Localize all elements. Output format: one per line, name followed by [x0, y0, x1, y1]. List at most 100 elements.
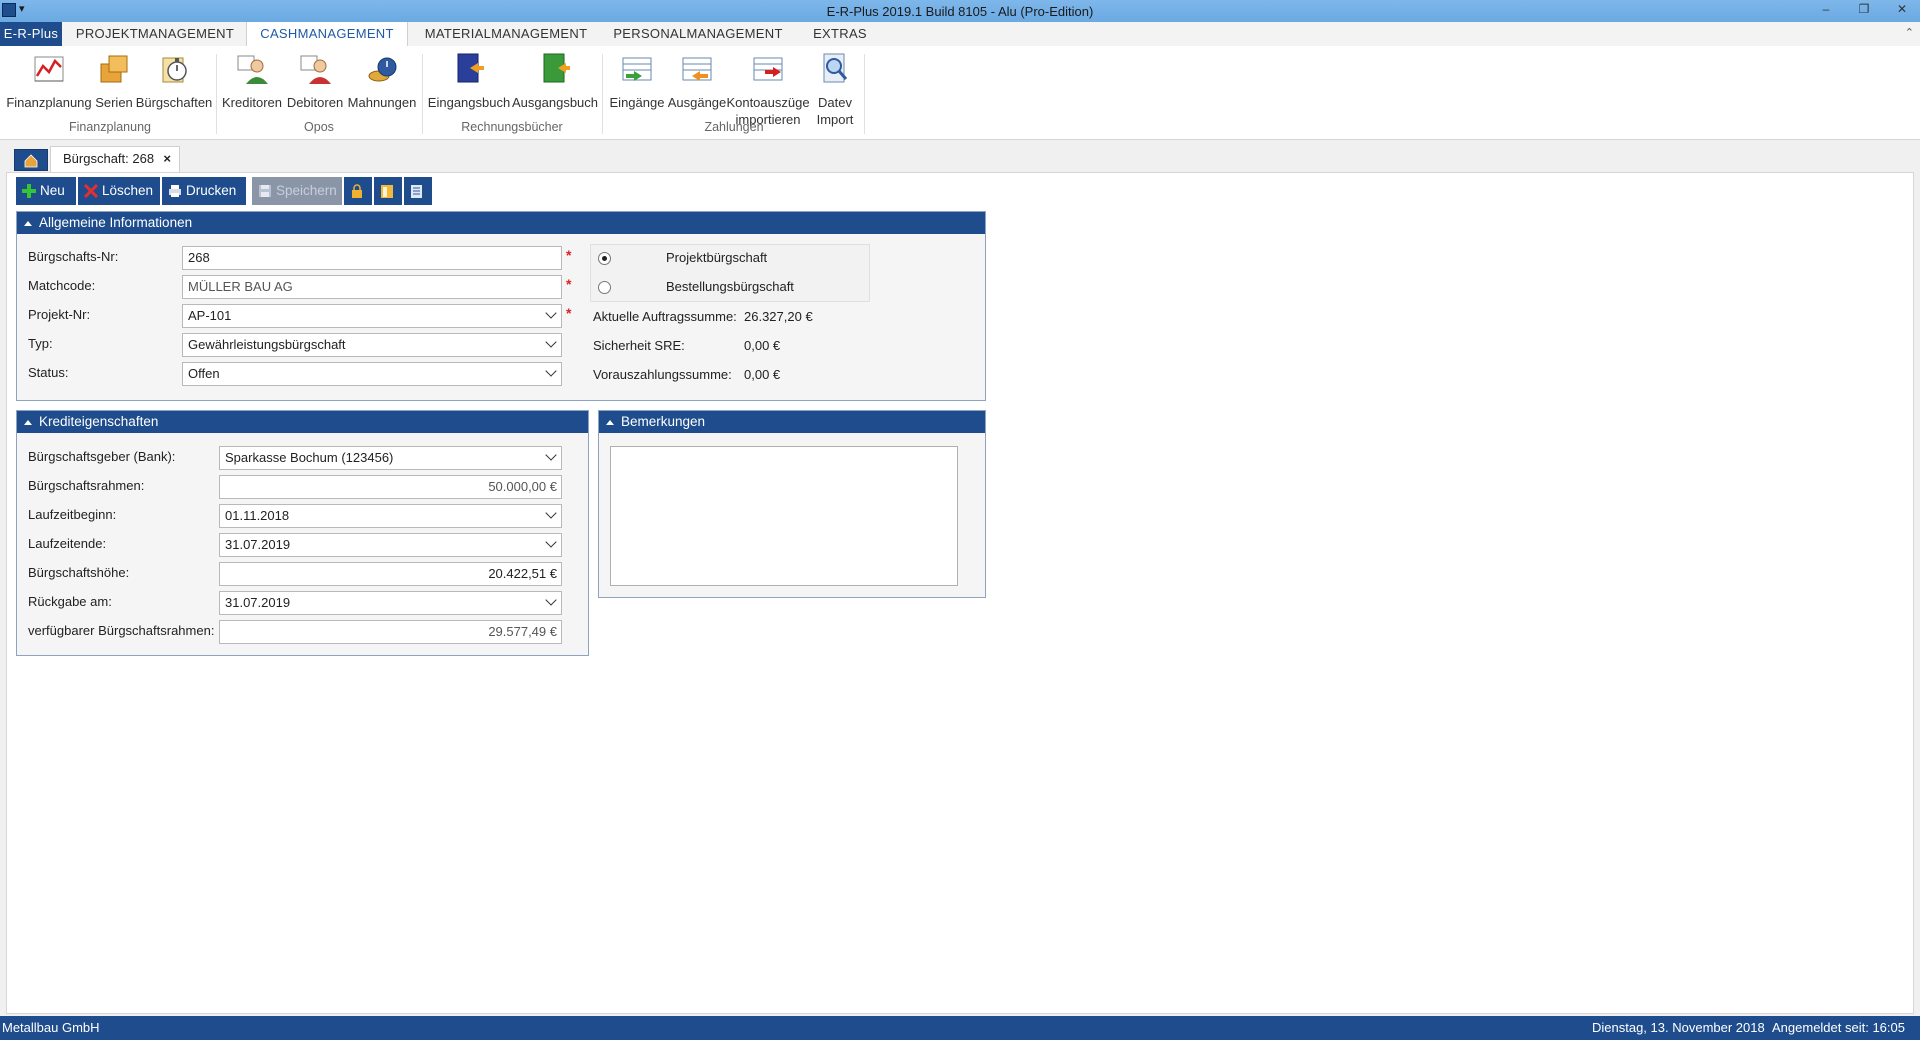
- verfuegbarer-rahmen-input[interactable]: 29.577,49 €: [219, 620, 562, 644]
- app-menu-button[interactable]: E-R-Plus: [0, 22, 62, 46]
- collapse-ribbon-icon[interactable]: ⌃: [1905, 26, 1914, 39]
- ribbon-tab-bar: E-R-Plus PROJEKTMANAGEMENT CASHMANAGEMEN…: [0, 22, 1920, 46]
- finanzplanung-button[interactable]: Finanzplanung: [6, 52, 92, 111]
- ribbon: Finanzplanung Serien Bürgschaften Finanz…: [0, 46, 1920, 140]
- tab-cashmanagement[interactable]: CASHMANAGEMENT: [246, 22, 408, 46]
- document-button[interactable]: [374, 177, 402, 205]
- ausgaenge-button[interactable]: Ausgänge: [666, 52, 728, 111]
- group-label-zahlungen: Zahlungen: [704, 120, 764, 134]
- chart-icon: [34, 56, 64, 82]
- panel-header-allgemein[interactable]: Allgemeine Informationen: [17, 212, 985, 234]
- eingangsbuch-button[interactable]: Eingangsbuch: [426, 52, 512, 111]
- delete-x-icon: [84, 184, 98, 198]
- matchcode-input[interactable]: MÜLLER BAU AG: [182, 275, 562, 299]
- label-typ: Typ:: [28, 336, 53, 351]
- lock-button[interactable]: [344, 177, 372, 205]
- creditor-person-icon: [237, 55, 268, 84]
- ribbon-separator: [602, 54, 603, 134]
- new-button[interactable]: Neu: [16, 177, 76, 205]
- delete-button[interactable]: Löschen: [78, 177, 160, 205]
- laufzeitbeginn-datepicker[interactable]: 01.11.2018: [219, 504, 562, 528]
- panel-header-bemerkungen[interactable]: Bemerkungen: [599, 411, 985, 433]
- label-buergschaftsrahmen: Bürgschaftsrahmen:: [28, 478, 145, 493]
- lock-icon: [352, 184, 362, 198]
- boxes-icon: [100, 55, 128, 83]
- debitoren-button[interactable]: Debitoren: [284, 52, 346, 111]
- radio-projektbuergschaft[interactable]: [598, 252, 611, 265]
- datev-import-button[interactable]: Datev Import: [808, 52, 862, 128]
- tab-buergschaft-268[interactable]: Bürgschaft: 268 ×: [50, 146, 180, 172]
- outgoing-book-icon: [543, 53, 570, 83]
- statement-import-icon: [753, 57, 783, 81]
- chevron-down-icon: [545, 307, 557, 319]
- buergschaftsgeber-select[interactable]: Sparkasse Bochum (123456): [219, 446, 562, 470]
- status-select[interactable]: Offen: [182, 362, 562, 386]
- value-sicherheit-sre: 0,00 €: [744, 338, 781, 353]
- collapse-triangle-icon[interactable]: [606, 420, 614, 425]
- restore-button[interactable]: ❐: [1850, 2, 1878, 16]
- status-login-time: Angemeldet seit: 16:05: [1772, 1020, 1905, 1035]
- tab-materialmanagement[interactable]: MATERIALMANAGEMENT: [420, 22, 592, 46]
- debtor-person-icon: [300, 55, 331, 84]
- typ-select[interactable]: Gewährleistungsbürgschaft: [182, 333, 562, 357]
- value-auftragssumme: 26.327,20 €: [744, 309, 813, 324]
- serien-button[interactable]: Serien: [94, 52, 134, 111]
- chevron-down-icon: [545, 536, 557, 548]
- title-bar: ▾ E-R-Plus 2019.1 Build 8105 - Alu (Pro-…: [0, 0, 1920, 22]
- minimize-button[interactable]: –: [1812, 2, 1840, 16]
- rueckgabe-datepicker[interactable]: 31.07.2019: [219, 591, 562, 615]
- label-projekt-nr: Projekt-Nr:: [28, 307, 91, 322]
- home-tab-button[interactable]: [14, 149, 48, 171]
- incoming-book-icon: [457, 53, 484, 83]
- group-label-rechnungsbuecher: Rechnungsbücher: [461, 120, 563, 134]
- label-buergschaftshoehe: Bürgschaftshöhe:: [28, 565, 130, 580]
- label-bestellungsbuergschaft[interactable]: Bestellungsbürgschaft: [666, 279, 794, 294]
- collapse-triangle-icon[interactable]: [24, 420, 32, 425]
- buergschaften-button[interactable]: Bürgschaften: [134, 52, 214, 111]
- window-title: E-R-Plus 2019.1 Build 8105 - Alu (Pro-Ed…: [826, 4, 1094, 19]
- tab-extras[interactable]: EXTRAS: [804, 22, 876, 46]
- laufzeitende-datepicker[interactable]: 31.07.2019: [219, 533, 562, 557]
- export-button[interactable]: [404, 177, 432, 205]
- label-laufzeitbeginn: Laufzeitbeginn:: [28, 507, 117, 522]
- label-auftragssumme: Aktuelle Auftragssumme:: [593, 309, 737, 324]
- label-rueckgabe: Rückgabe am:: [28, 594, 112, 609]
- projekt-nr-select[interactable]: AP-101: [182, 304, 562, 328]
- close-window-button[interactable]: ✕: [1888, 2, 1916, 16]
- print-button[interactable]: Drucken: [162, 177, 246, 205]
- plus-icon: [22, 184, 36, 198]
- kreditoren-button[interactable]: Kreditoren: [220, 52, 284, 111]
- status-date: Dienstag, 13. November 2018: [1592, 1020, 1765, 1035]
- ausgangsbuch-button[interactable]: Ausgangsbuch: [512, 52, 598, 111]
- group-label-opos: Opos: [304, 120, 334, 134]
- stopwatch-icon: [162, 57, 187, 83]
- label-buergschaftsgeber: Bürgschaftsgeber (Bank):: [28, 449, 176, 464]
- label-sicherheit-sre: Sicherheit SRE:: [593, 338, 685, 353]
- ribbon-separator: [422, 54, 423, 134]
- tab-projektmanagement[interactable]: PROJEKTMANAGEMENT: [70, 22, 240, 46]
- chevron-down-icon: [545, 449, 557, 461]
- label-matchcode: Matchcode:: [28, 278, 96, 293]
- company-name: Metallbau GmbH: [2, 1020, 100, 1035]
- required-marker: *: [566, 247, 572, 263]
- buergschafts-nr-input[interactable]: 268: [182, 246, 562, 270]
- bemerkungen-textarea[interactable]: [610, 446, 958, 586]
- status-bar: Metallbau GmbH Dienstag, 13. November 20…: [0, 1016, 1920, 1040]
- chevron-down-icon: [545, 507, 557, 519]
- mahnungen-button[interactable]: Mahnungen: [346, 52, 418, 111]
- label-laufzeitende: Laufzeitende:: [28, 536, 107, 551]
- panel-header-kredit[interactable]: Krediteigenschaften: [17, 411, 588, 433]
- buergschaftsrahmen-input[interactable]: 50.000,00 €: [219, 475, 562, 499]
- close-tab-icon[interactable]: ×: [163, 147, 171, 171]
- reminder-icon: [368, 57, 397, 82]
- tab-personalmanagement[interactable]: PERSONALMANAGEMENT: [606, 22, 790, 46]
- required-marker: *: [566, 276, 572, 292]
- kontoauszuege-importieren-button[interactable]: Kontoauszüge importieren: [726, 52, 810, 128]
- radio-bestellungsbuergschaft[interactable]: [598, 281, 611, 294]
- document-export-icon: [411, 185, 422, 198]
- label-projektbuergschaft[interactable]: Projektbürgschaft: [666, 250, 767, 265]
- buergschaftshoehe-input[interactable]: 20.422,51 €: [219, 562, 562, 586]
- save-button[interactable]: Speichern: [252, 177, 342, 205]
- collapse-triangle-icon[interactable]: [24, 221, 32, 226]
- eingaenge-button[interactable]: Eingänge: [606, 52, 668, 111]
